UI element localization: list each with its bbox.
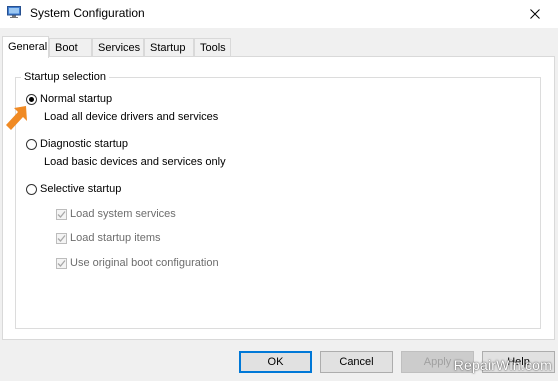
use-original-boot-config-checkbox: Use original boot configuration: [56, 257, 219, 269]
radio-indicator[interactable]: [26, 138, 37, 150]
diagnostic-startup-radio[interactable]: Diagnostic startup: [26, 138, 128, 150]
system-config-icon: [7, 6, 21, 18]
normal-startup-radio[interactable]: Normal startup: [26, 93, 112, 105]
ok-button[interactable]: OK: [239, 351, 312, 373]
diagnostic-startup-label[interactable]: Diagnostic startup: [40, 138, 128, 150]
diagnostic-startup-description: Load basic devices and services only: [44, 156, 226, 168]
tab-label: Startup: [150, 42, 186, 54]
selective-startup-label[interactable]: Selective startup: [40, 183, 121, 195]
radio-indicator[interactable]: [26, 183, 37, 195]
check-icon: [57, 210, 66, 218]
checkbox-label: Load system services: [70, 208, 176, 220]
checkbox-label: Use original boot configuration: [70, 257, 219, 269]
normal-startup-description: Load all device drivers and services: [44, 111, 219, 123]
selective-startup-radio[interactable]: Selective startup: [26, 183, 121, 195]
check-icon: [57, 259, 66, 267]
checkbox-label: Load startup items: [70, 232, 161, 244]
tab-general[interactable]: General: [2, 36, 49, 58]
watermark: RepairWin.com: [453, 357, 552, 373]
normal-startup-label[interactable]: Normal startup: [40, 93, 112, 105]
tab-tools[interactable]: Tools: [194, 38, 231, 56]
window-title: System Configuration: [30, 6, 145, 20]
tab-label: Boot: [55, 42, 78, 54]
close-icon: [530, 9, 540, 19]
checkbox-indicator: [56, 232, 67, 244]
radio-indicator[interactable]: [26, 93, 37, 105]
annotation-arrow-icon: [6, 106, 27, 130]
tab-startup[interactable]: Startup: [144, 38, 194, 56]
tab-label: Services: [98, 42, 141, 54]
cancel-button[interactable]: Cancel: [320, 351, 393, 373]
check-icon: [57, 234, 66, 242]
tab-services[interactable]: Services: [92, 38, 144, 56]
title-bar: System Configuration: [0, 0, 558, 28]
checkbox-indicator: [56, 208, 67, 220]
tab-boot[interactable]: Boot: [49, 38, 92, 56]
load-system-services-checkbox: Load system services: [56, 208, 176, 220]
general-tab-panel: Startup selection Normal startup Load al…: [2, 56, 555, 340]
checkbox-indicator: [56, 257, 67, 269]
group-label: Startup selection: [21, 71, 109, 83]
tab-label: Tools: [200, 42, 226, 54]
close-button[interactable]: [512, 0, 558, 28]
tab-label: General: [8, 41, 48, 53]
load-startup-items-checkbox: Load startup items: [56, 232, 161, 244]
